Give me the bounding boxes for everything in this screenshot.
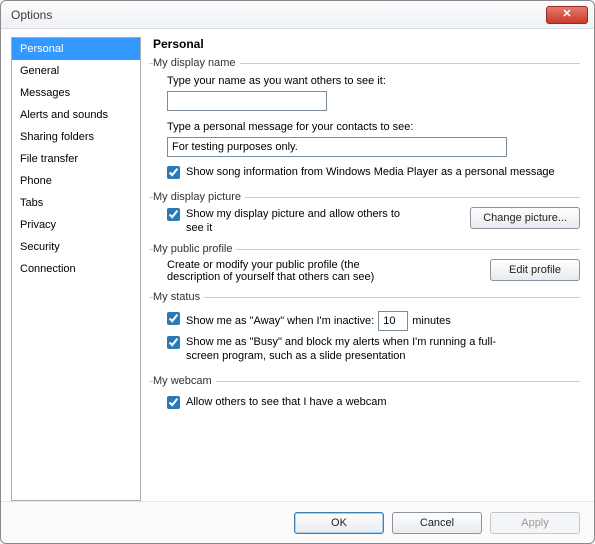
sidebar-item-label: Messages <box>20 87 70 99</box>
sidebar-item-privacy[interactable]: Privacy <box>12 214 140 236</box>
display-name-input[interactable] <box>167 91 327 111</box>
show-song-checkbox[interactable] <box>167 166 180 179</box>
button-label: Cancel <box>420 517 454 529</box>
show-picture-checkbox[interactable] <box>167 208 180 221</box>
close-button[interactable]: ✕ <box>546 6 588 24</box>
apply-button[interactable]: Apply <box>490 512 580 534</box>
window-title: Options <box>11 8 52 22</box>
button-label: OK <box>331 517 347 529</box>
group-public-profile: My public profile Create or modify your … <box>149 243 580 283</box>
sidebar-item-label: Sharing folders <box>20 131 94 143</box>
sidebar-item-label: Security <box>20 241 60 253</box>
ok-button[interactable]: OK <box>294 512 384 534</box>
webcam-checkbox[interactable] <box>167 396 180 409</box>
sidebar-item-label: Connection <box>20 263 76 275</box>
titlebar: Options ✕ <box>1 1 594 29</box>
show-picture-label: Show my display picture and allow others… <box>186 207 416 235</box>
group-legend: My display name <box>153 57 240 69</box>
sidebar-item-filetransfer[interactable]: File transfer <box>12 148 140 170</box>
sidebar-item-tabs[interactable]: Tabs <box>12 192 140 214</box>
sidebar-item-label: Privacy <box>20 219 56 231</box>
away-prefix: Show me as "Away" when I'm inactive: <box>186 314 374 328</box>
options-dialog: Options ✕ Personal General Messages Aler… <box>0 0 595 544</box>
busy-label: Show me as "Busy" and block my alerts wh… <box>186 335 526 363</box>
group-display-picture: My display picture Show my display pictu… <box>149 191 580 235</box>
group-legend: My status <box>153 291 204 303</box>
personal-message-input[interactable] <box>167 137 507 157</box>
public-profile-desc: Create or modify your public profile (th… <box>167 259 397 283</box>
sidebar-item-messages[interactable]: Messages <box>12 82 140 104</box>
away-checkbox[interactable] <box>167 312 180 325</box>
group-display-name: My display name Type your name as you wa… <box>149 57 580 183</box>
category-list: Personal General Messages Alerts and sou… <box>11 37 141 501</box>
sidebar-item-general[interactable]: General <box>12 60 140 82</box>
webcam-label: Allow others to see that I have a webcam <box>186 395 387 409</box>
button-label: Apply <box>521 517 549 529</box>
button-label: Edit profile <box>509 264 561 276</box>
busy-checkbox[interactable] <box>167 336 180 349</box>
group-legend: My webcam <box>153 375 216 387</box>
change-picture-button[interactable]: Change picture... <box>470 207 580 229</box>
sidebar-item-label: Alerts and sounds <box>20 109 108 121</box>
sidebar-item-connection[interactable]: Connection <box>12 258 140 280</box>
sidebar-item-security[interactable]: Security <box>12 236 140 258</box>
group-legend: My display picture <box>153 191 245 203</box>
away-minutes-input[interactable] <box>378 311 408 331</box>
group-legend: My public profile <box>153 243 236 255</box>
sidebar-item-phone[interactable]: Phone <box>12 170 140 192</box>
away-suffix: minutes <box>412 314 451 328</box>
sidebar-item-sharing[interactable]: Sharing folders <box>12 126 140 148</box>
edit-profile-button[interactable]: Edit profile <box>490 259 580 281</box>
sidebar-item-label: Phone <box>20 175 52 187</box>
content-area: Personal General Messages Alerts and sou… <box>1 29 594 501</box>
sidebar-item-label: Personal <box>20 43 63 55</box>
group-status: My status Show me as "Away" when I'm ina… <box>149 291 580 367</box>
personal-message-prompt: Type a personal message for your contact… <box>167 121 580 133</box>
sidebar-item-alerts[interactable]: Alerts and sounds <box>12 104 140 126</box>
sidebar-item-label: Tabs <box>20 197 43 209</box>
sidebar-item-label: File transfer <box>20 153 78 165</box>
page-title: Personal <box>153 37 580 51</box>
group-webcam: My webcam Allow others to see that I hav… <box>149 375 580 413</box>
main-panel: Personal My display name Type your name … <box>149 37 584 501</box>
cancel-button[interactable]: Cancel <box>392 512 482 534</box>
sidebar-item-label: General <box>20 65 59 77</box>
sidebar-item-personal[interactable]: Personal <box>12 38 140 60</box>
close-icon: ✕ <box>562 9 571 20</box>
button-label: Change picture... <box>483 212 567 224</box>
dialog-buttons: OK Cancel Apply <box>1 501 594 543</box>
display-name-prompt: Type your name as you want others to see… <box>167 75 580 87</box>
show-song-label: Show song information from Windows Media… <box>186 165 555 179</box>
